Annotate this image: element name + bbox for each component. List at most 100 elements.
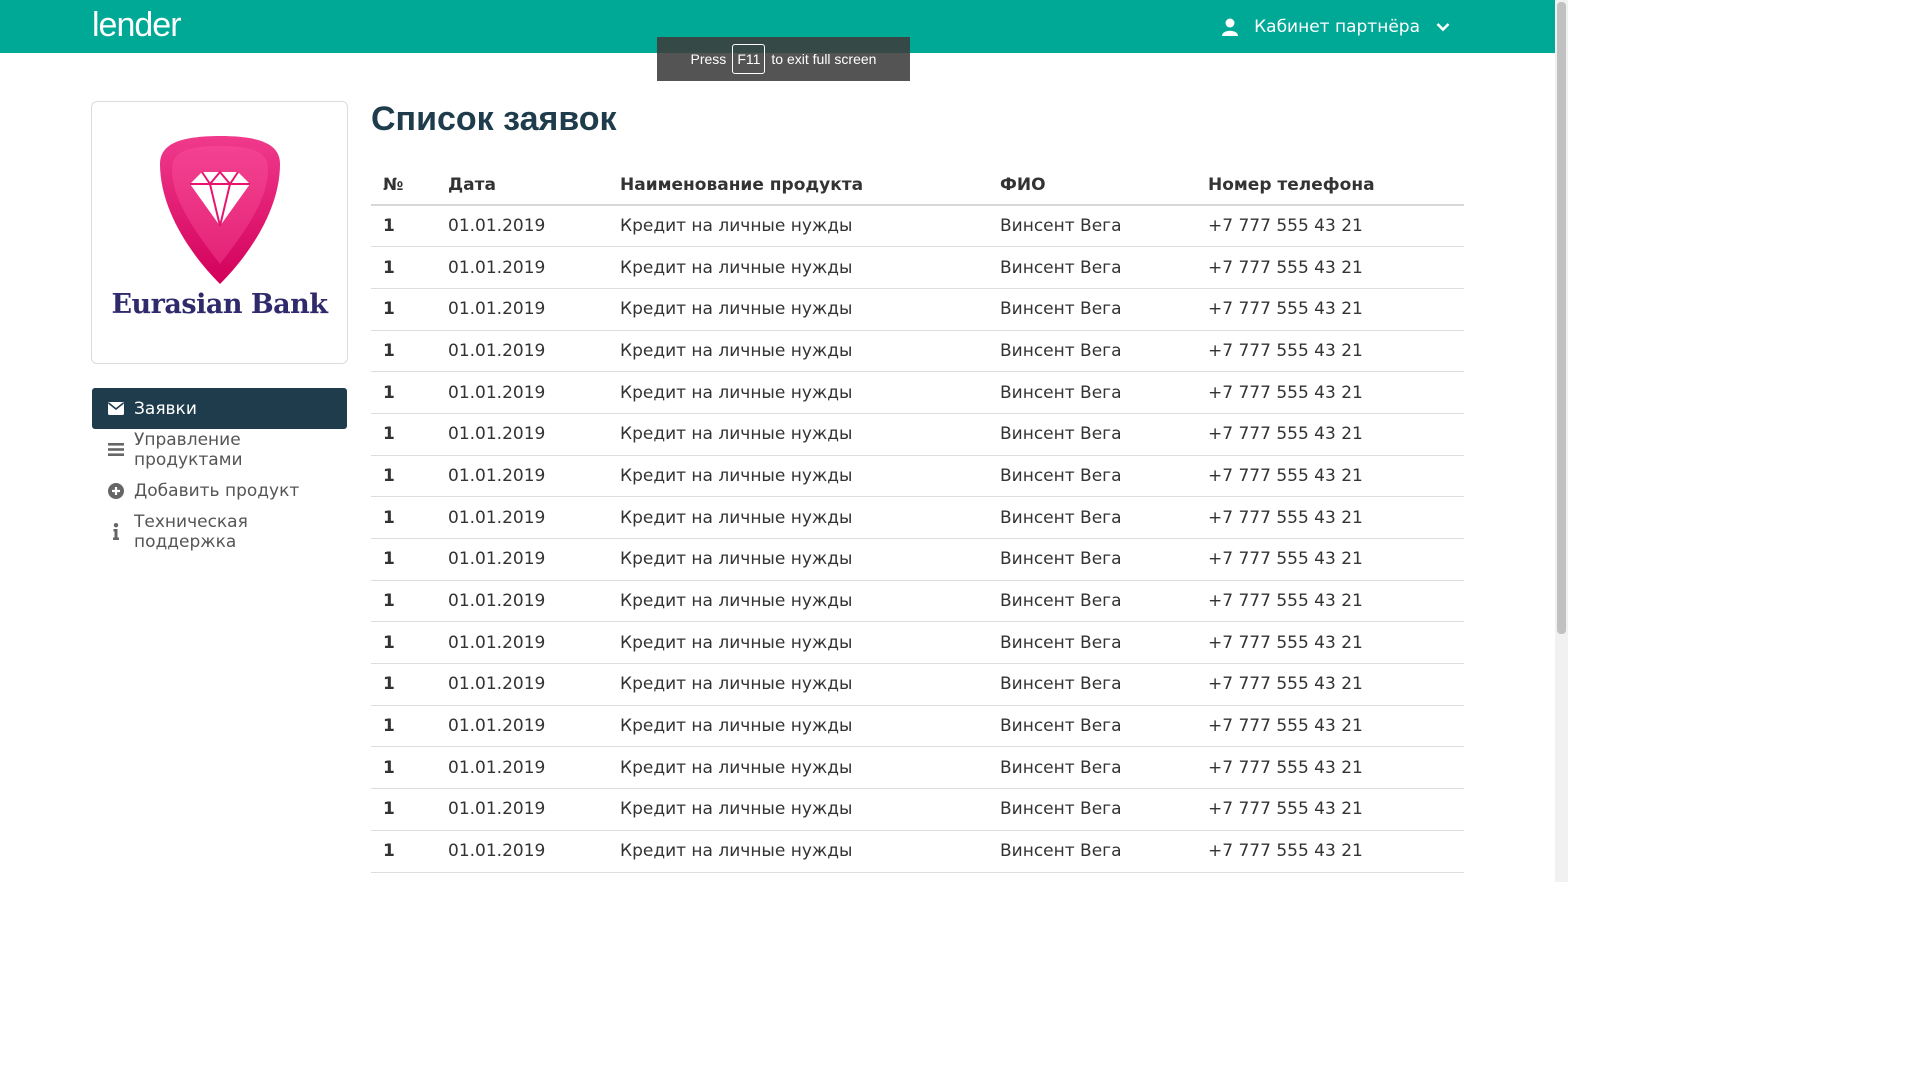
cell-product: Кредит на личные нужды (608, 205, 988, 248)
sidebar-item-manage-products[interactable]: Управление продуктами (92, 429, 347, 470)
table-row[interactable]: 1 01.01.2019 Кредит на личные нужды Винсент… (371, 663, 1464, 706)
column-header-number[interactable]: № (371, 163, 436, 206)
cell-product: Кредит на личные нужды (608, 413, 988, 456)
cell-product: Кредит на личные нужды (608, 455, 988, 498)
cell-product: Кредит на личные нужды (608, 788, 988, 831)
cell-number: 1 (371, 330, 436, 373)
sidebar-item-add-product[interactable]: Добавить продукт (92, 470, 347, 511)
table-row[interactable]: 1 01.01.2019 Кредит на личные нужды Винсент… (371, 788, 1464, 831)
cell-number: 1 (371, 580, 436, 623)
cell-number: 1 (371, 788, 436, 831)
cell-date: 01.01.2019 (436, 413, 608, 456)
cell-number: 1 (371, 621, 436, 665)
table-row[interactable]: 1 01.01.2019 Кредит на личные нужды Винсент… (371, 538, 1464, 581)
sidebar-item-label: Управление продуктами (134, 429, 243, 470)
column-header-date[interactable]: Дата (436, 163, 608, 206)
user-icon (1222, 18, 1239, 36)
table-row[interactable]: 1 01.01.2019 Кредит на личные нужды Винсент… (371, 830, 1464, 873)
cell-date: 01.01.2019 (436, 330, 608, 373)
cell-number: 1 (371, 455, 436, 498)
column-header-name[interactable]: ФИО (988, 163, 1196, 206)
cell-name: Винсент Вега (988, 580, 1196, 623)
cell-name: Винсент Вега (988, 538, 1196, 581)
brand-logo[interactable]: lender (92, 6, 182, 45)
sidebar-item-label: Техническая поддержка (134, 511, 248, 552)
diamond-shield-icon (160, 136, 280, 284)
bank-logo-text: Eurasian Bank (111, 289, 328, 320)
cell-date: 01.01.2019 (436, 621, 608, 665)
vertical-scrollbar[interactable] (1555, 0, 1568, 882)
cell-date: 01.01.2019 (436, 580, 608, 623)
cell-date: 01.01.2019 (436, 663, 608, 706)
table-row[interactable]: 1 01.01.2019 Кредит на личные нужды Винсент… (371, 288, 1464, 331)
cell-date: 01.01.2019 (436, 205, 608, 248)
envelope-icon (108, 402, 124, 415)
cell-phone: +7 777 555 43 21 (1196, 788, 1464, 831)
cell-number: 1 (371, 663, 436, 706)
cell-phone: +7 777 555 43 21 (1196, 663, 1464, 706)
cell-name: Винсент Вега (988, 288, 1196, 331)
cell-number: 1 (371, 413, 436, 456)
cell-phone: +7 777 555 43 21 (1196, 621, 1464, 665)
cell-name: Винсент Вега (988, 496, 1196, 539)
table-row[interactable]: 1 01.01.2019 Кредит на личные нужды Винсент… (371, 746, 1464, 790)
table-row[interactable]: 1 01.01.2019 Кредит на личные нужды Винсент… (371, 371, 1464, 414)
scrollbar-thumb[interactable] (1557, 2, 1566, 634)
chevron-down-icon (1436, 23, 1450, 32)
cell-product: Кредит на личные нужды (608, 246, 988, 289)
cell-number: 1 (371, 288, 436, 331)
cell-number: 1 (371, 705, 436, 748)
cell-phone: +7 777 555 43 21 (1196, 413, 1464, 456)
cell-number: 1 (371, 830, 436, 873)
table-row[interactable]: 1 01.01.2019 Кредит на личные нужды Винсент… (371, 705, 1464, 748)
cell-name: Винсент Вега (988, 621, 1196, 665)
sidebar-item-requests[interactable]: Заявки (92, 388, 347, 429)
cell-phone: +7 777 555 43 21 (1196, 538, 1464, 581)
table-row[interactable]: 1 01.01.2019 Кредит на личные нужды Винсент… (371, 330, 1464, 373)
cell-number: 1 (371, 746, 436, 790)
partner-cabinet-label: Кабинет партнёра (1254, 17, 1420, 37)
cell-product: Кредит на личные нужды (608, 746, 988, 790)
cell-phone: +7 777 555 43 21 (1196, 705, 1464, 748)
table-row[interactable]: 1 01.01.2019 Кредит на личные нужды Винсент… (371, 413, 1464, 456)
list-icon (108, 443, 124, 456)
cell-product: Кредит на личные нужды (608, 705, 988, 748)
table-row[interactable]: 1 01.01.2019 Кредит на личные нужды Винсент… (371, 205, 1464, 248)
table-row[interactable]: 1 01.01.2019 Кредит на личные нужды Винсент… (371, 246, 1464, 289)
sidebar-item-label: Добавить продукт (134, 480, 300, 501)
cell-phone: +7 777 555 43 21 (1196, 288, 1464, 331)
cell-number: 1 (371, 246, 436, 289)
column-header-phone[interactable]: Номер телефона (1196, 163, 1464, 206)
cell-name: Винсент Вега (988, 413, 1196, 456)
cell-phone: +7 777 555 43 21 (1196, 580, 1464, 623)
table-row[interactable]: 1 01.01.2019 Кредит на личные нужды Винсент… (371, 455, 1464, 498)
table-row[interactable]: 1 01.01.2019 Кредит на личные нужды Винсент… (371, 621, 1464, 665)
cell-date: 01.01.2019 (436, 246, 608, 289)
cell-name: Винсент Вега (988, 205, 1196, 248)
cell-date: 01.01.2019 (436, 496, 608, 539)
cell-date: 01.01.2019 (436, 455, 608, 498)
partner-logo-card: Eurasian Bank (91, 101, 348, 364)
plus-circle-icon (108, 482, 124, 499)
cell-name: Винсент Вега (988, 371, 1196, 414)
cell-name: Винсент Вега (988, 246, 1196, 289)
cell-date: 01.01.2019 (436, 788, 608, 831)
cell-name: Винсент Вега (988, 663, 1196, 706)
fullscreen-notice: Press F11 to exit full screen (657, 37, 910, 81)
fullscreen-notice-key: F11 (732, 44, 766, 74)
partner-cabinet-menu[interactable]: Кабинет партнёра (1222, 15, 1450, 39)
cell-date: 01.01.2019 (436, 538, 608, 581)
cell-date: 01.01.2019 (436, 830, 608, 873)
column-header-product[interactable]: Наименование продукта (608, 163, 988, 206)
cell-phone: +7 777 555 43 21 (1196, 330, 1464, 373)
sidebar-item-support[interactable]: Техническая поддержка (92, 511, 347, 552)
cell-product: Кредит на личные нужды (608, 288, 988, 331)
fullscreen-notice-press: Press (690, 51, 727, 67)
table-row[interactable]: 1 01.01.2019 Кредит на личные нужды Винсент… (371, 580, 1464, 623)
cell-phone: +7 777 555 43 21 (1196, 496, 1464, 539)
cell-date: 01.01.2019 (436, 746, 608, 790)
table-row[interactable]: 1 01.01.2019 Кредит на личные нужды Винсент… (371, 496, 1464, 539)
cell-name: Винсент Вега (988, 746, 1196, 790)
cell-phone: +7 777 555 43 21 (1196, 830, 1464, 873)
cell-phone: +7 777 555 43 21 (1196, 246, 1464, 289)
